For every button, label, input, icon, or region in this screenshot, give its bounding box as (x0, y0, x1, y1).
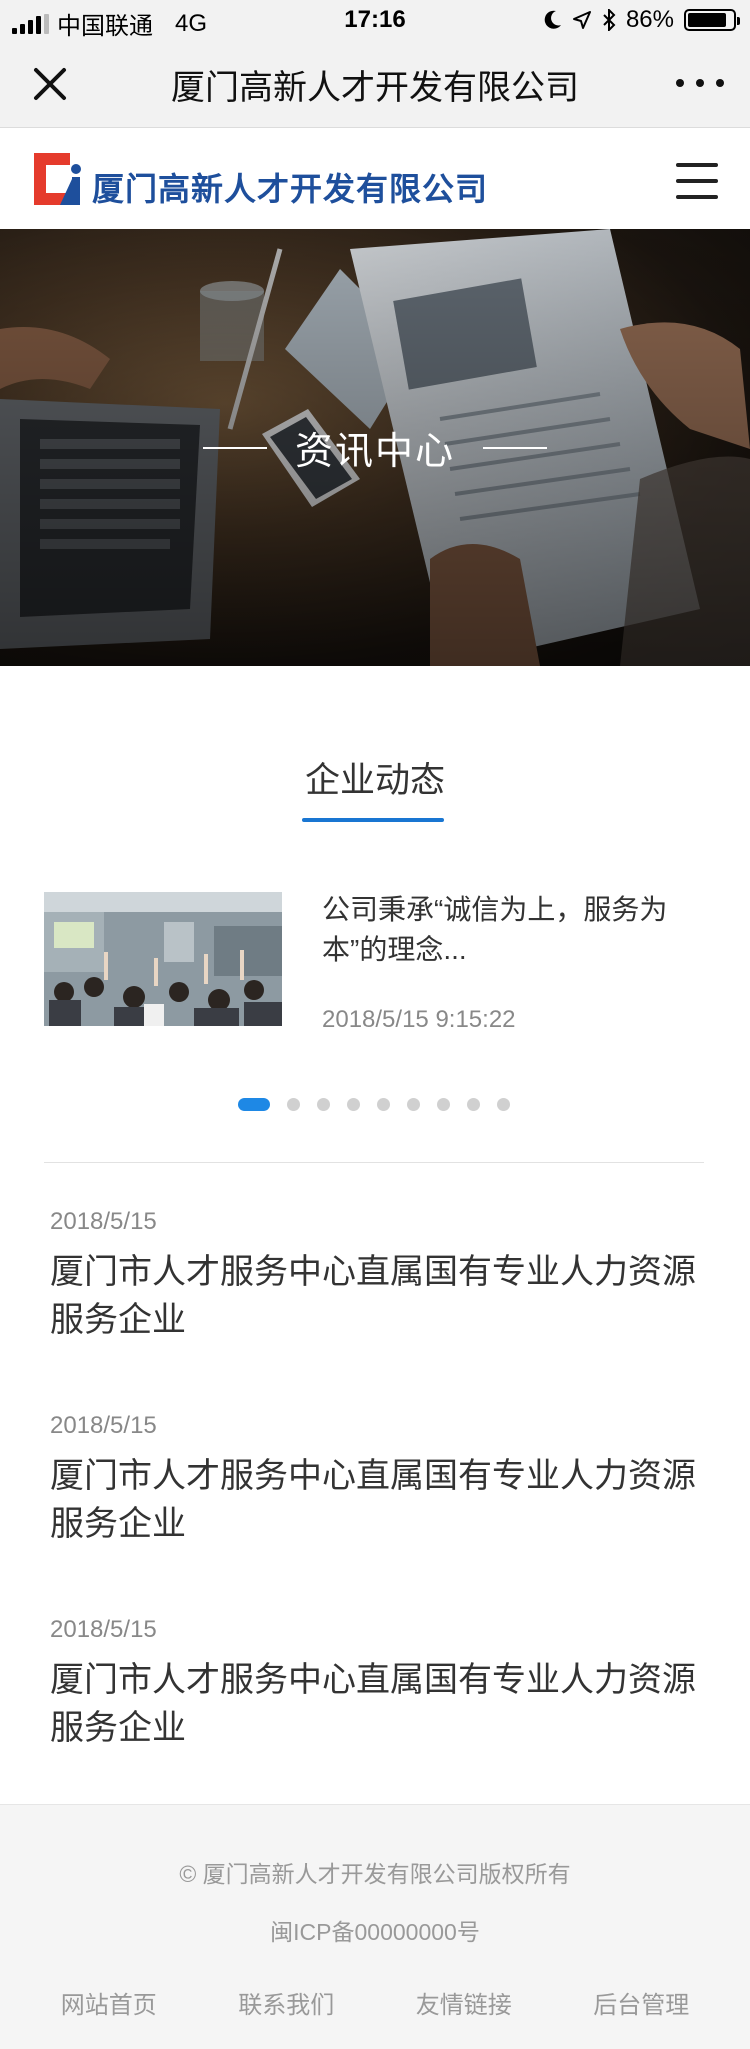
news-list-item[interactable]: 2018/5/15 厦门市人才服务中心直属国有专业人力资源服务企业 (50, 1412, 710, 1548)
carousel-dot[interactable] (238, 1098, 270, 1111)
page-title: 厦门高新人才开发有限公司 (171, 69, 579, 107)
page-footer: © 厦门高新人才开发有限公司版权所有 闽ICP备00000000号 网站首页 联… (0, 1804, 750, 2049)
banner-line-left (202, 446, 267, 449)
news-date: 2018/5/15 (50, 1412, 157, 1439)
browser-nav-bar: 厦门高新人才开发有限公司 (0, 40, 750, 128)
icp-text: 闽ICP备00000000号 (270, 1919, 480, 1945)
copyright-text: © 厦门高新人才开发有限公司版权所有 (179, 1861, 571, 1887)
location-arrow-icon (572, 11, 591, 29)
status-right: 86% (544, 6, 740, 34)
footer-link-contact[interactable]: 联系我们 (238, 1985, 334, 2020)
featured-news-summary[interactable]: 公司秉承“诚信为上，服务为本”的理念... (322, 890, 706, 970)
carousel-dot[interactable] (467, 1098, 480, 1111)
footer-link-home[interactable]: 网站首页 (61, 1985, 157, 2020)
news-headline[interactable]: 厦门市人才服务中心直属国有专业人力资源服务企业 (50, 1656, 710, 1752)
battery-fill (688, 13, 726, 27)
logo-mark-icon (34, 153, 81, 205)
bluetooth-icon (603, 9, 616, 31)
banner-line-right (483, 446, 547, 449)
carousel-dot[interactable] (437, 1098, 450, 1111)
carousel-pagination (238, 1098, 510, 1111)
carousel-dot[interactable] (347, 1098, 360, 1111)
featured-news-thumbnail (44, 892, 282, 1026)
carousel-dot[interactable] (317, 1098, 330, 1111)
footer-links: 网站首页 联系我们 友情链接 后台管理 (0, 1985, 750, 2020)
hero-banner: 资讯中心 (0, 229, 750, 666)
carousel-dot[interactable] (287, 1098, 300, 1111)
news-date: 2018/5/15 (50, 1208, 157, 1235)
battery-icon (684, 9, 740, 31)
news-date: 2018/5/15 (50, 1616, 157, 1643)
news-list-item[interactable]: 2018/5/15 厦门市人才服务中心直属国有专业人力资源服务企业 (50, 1616, 710, 1752)
battery-percent: 86% (625, 6, 674, 33)
footer-link-admin[interactable]: 后台管理 (593, 1985, 689, 2020)
status-bar: 中国联通 4G 17:16 86% (0, 0, 750, 40)
banner-title: 资讯中心 (0, 229, 750, 666)
banner-title-text: 资讯中心 (294, 431, 455, 473)
section-title-underline (302, 818, 444, 822)
more-options-icon[interactable] (676, 68, 724, 98)
news-headline[interactable]: 厦门市人才服务中心直属国有专业人力资源服务企业 (50, 1452, 710, 1548)
section-title: 企业动态 (304, 761, 445, 800)
site-header: 厦门高新人才开发有限公司 (0, 129, 750, 229)
carousel-dot[interactable] (407, 1098, 420, 1111)
featured-news-card[interactable]: 公司秉承“诚信为上，服务为本”的理念... 2018/5/15 9:15:22 (44, 890, 706, 1040)
footer-link-friends[interactable]: 友情链接 (416, 1985, 512, 2020)
carousel-dot[interactable] (377, 1098, 390, 1111)
news-list-item[interactable]: 2018/5/15 厦门市人才服务中心直属国有专业人力资源服务企业 (50, 1208, 710, 1344)
featured-news-time: 2018/5/15 9:15:22 (322, 1006, 516, 1033)
moon-icon (544, 10, 561, 29)
divider (44, 1162, 704, 1163)
site-logo[interactable]: 厦门高新人才开发有限公司 (30, 149, 488, 207)
menu-icon[interactable] (676, 163, 718, 199)
carousel-dot[interactable] (497, 1098, 510, 1111)
logo-text: 厦门高新人才开发有限公司 (92, 171, 489, 207)
news-headline[interactable]: 厦门市人才服务中心直属国有专业人力资源服务企业 (50, 1248, 710, 1344)
